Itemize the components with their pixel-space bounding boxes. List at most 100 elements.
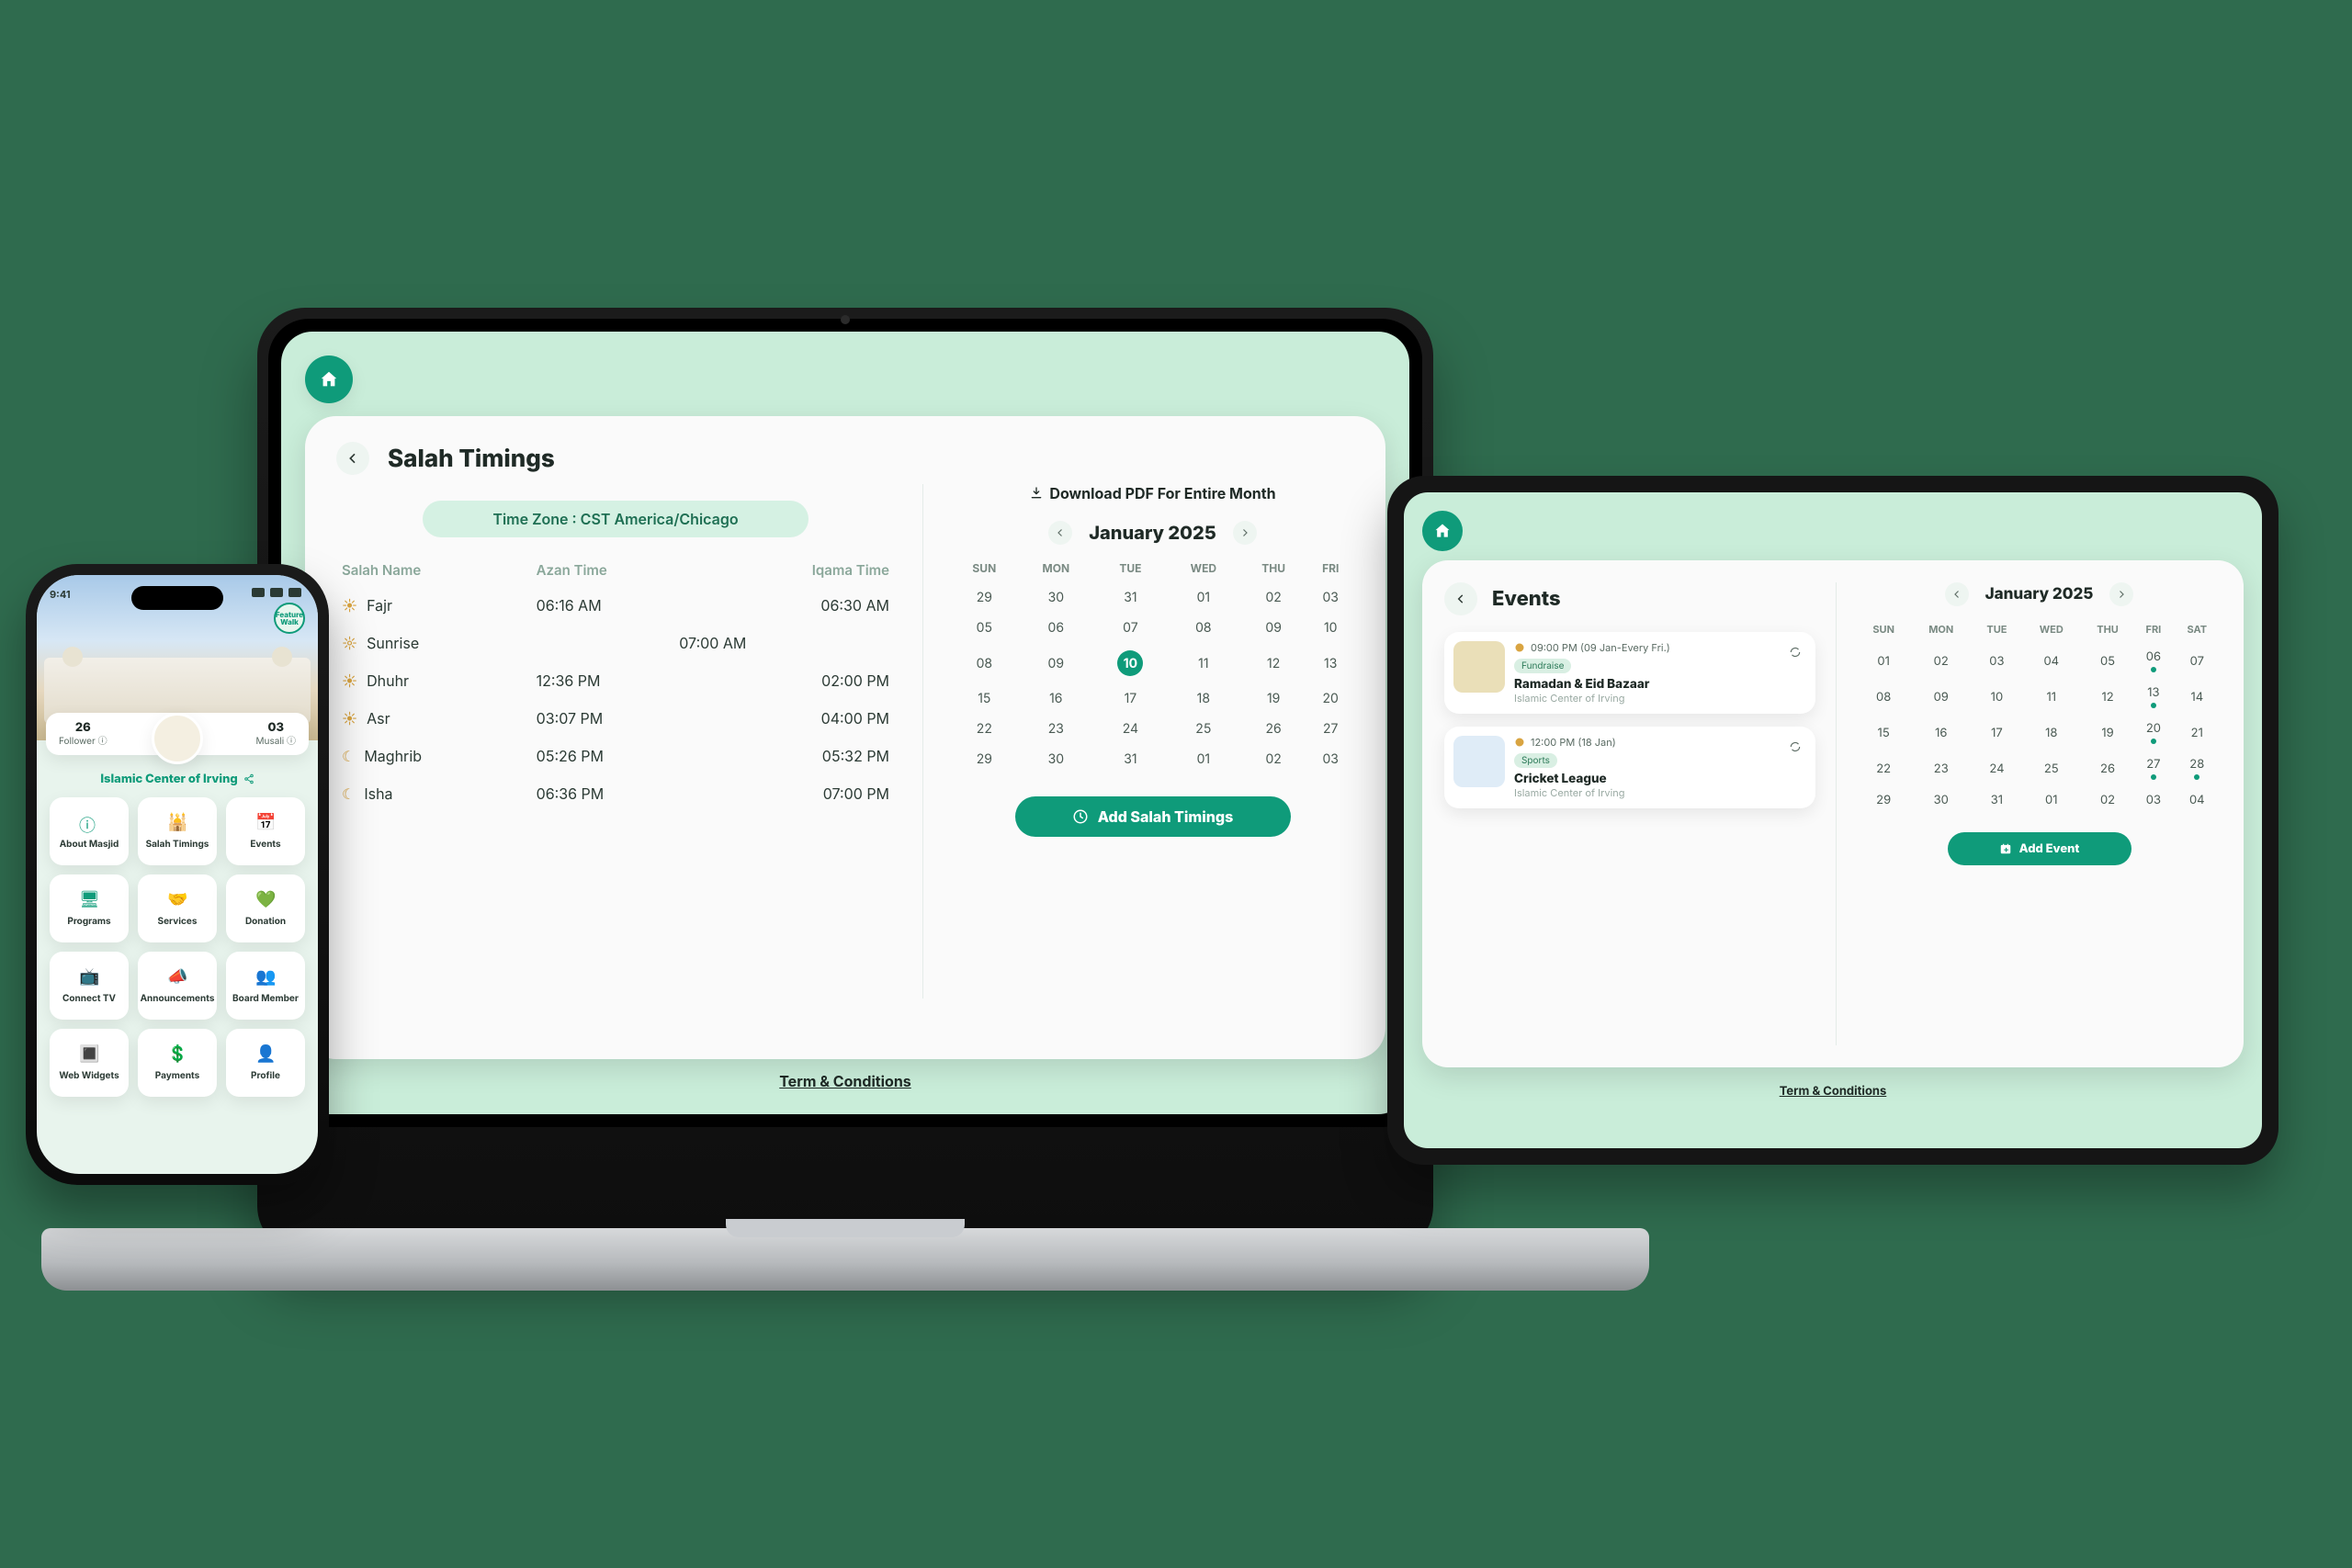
calendar-day[interactable]: 02 [1910,643,1972,679]
calendar-day[interactable]: 17 [1972,715,2021,750]
tile-payments[interactable]: 💲Payments [138,1029,217,1097]
calendar-day[interactable]: 31 [1094,582,1167,613]
calendar-day[interactable]: 23 [1018,714,1094,744]
calendar-day[interactable]: 06 [1018,613,1094,643]
calendar-day[interactable]: 04 [2022,643,2081,679]
calendar-day[interactable]: 09 [1910,679,1972,715]
calendar-day[interactable]: 02 [2081,786,2134,814]
calendar-day[interactable]: 28 [2173,750,2222,786]
tile-about-masjid[interactable]: ⓘAbout Masjid [50,797,129,865]
calendar-day[interactable]: 05 [951,613,1018,643]
month-next[interactable] [2109,582,2133,606]
calendar-day[interactable]: 21 [2173,715,2222,750]
calendar-day[interactable]: 08 [951,643,1018,683]
calendar-day[interactable]: 03 [2134,786,2172,814]
calendar-day[interactable]: 13 [2134,679,2172,715]
add-salah-timings-button[interactable]: Add Salah Timings [1015,796,1291,837]
calendar-day[interactable]: 12 [2081,679,2134,715]
calendar-day[interactable]: 10 [1972,679,2021,715]
calendar-day[interactable]: 20 [2134,715,2172,750]
event-card[interactable]: 12:00 PM (18 Jan)SportsCricket LeagueIsl… [1444,727,1815,808]
calendar-day[interactable]: 09 [1018,643,1094,683]
calendar-day[interactable]: 06 [2134,643,2172,679]
calendar-day[interactable]: 13 [1306,643,1354,683]
home-button[interactable] [305,355,353,403]
calendar-day[interactable]: 01 [1167,744,1240,774]
calendar-day[interactable]: 04 [2173,786,2222,814]
calendar-day[interactable]: 09 [1240,613,1307,643]
calendar-day[interactable]: 30 [1018,744,1094,774]
calendar-day[interactable]: 19 [2081,715,2134,750]
refresh-icon[interactable] [1784,736,1806,758]
calendar-day[interactable]: 01 [1167,582,1240,613]
calendar-day[interactable]: 20 [1306,683,1354,714]
calendar-day[interactable]: 29 [1857,786,1910,814]
calendar-day[interactable]: 24 [1094,714,1167,744]
calendar-day[interactable]: 01 [2022,786,2081,814]
back-button[interactable] [336,442,369,475]
calendar-day[interactable]: 23 [1910,750,1972,786]
calendar-day[interactable]: 26 [1240,714,1307,744]
terms-link[interactable]: Term & Conditions [305,1072,1385,1090]
home-button[interactable] [1422,511,1463,551]
calendar-day[interactable]: 16 [1018,683,1094,714]
calendar-day[interactable]: 29 [951,582,1018,613]
calendar-day[interactable]: 26 [2081,750,2134,786]
month-next[interactable] [1233,521,1257,545]
calendar-day[interactable]: 14 [2173,679,2222,715]
calendar-day[interactable]: 15 [951,683,1018,714]
calendar-day[interactable]: 03 [1972,643,2021,679]
calendar-day[interactable]: 22 [951,714,1018,744]
month-prev[interactable] [1048,521,1072,545]
calendar-day[interactable]: 22 [1857,750,1910,786]
calendar-day[interactable]: 12 [1240,643,1307,683]
calendar-day[interactable]: 08 [1857,679,1910,715]
calendar-day[interactable]: 31 [1094,744,1167,774]
calendar-day[interactable]: 10 [1306,613,1354,643]
calendar-day[interactable]: 25 [2022,750,2081,786]
calendar-day[interactable]: 24 [1972,750,2021,786]
calendar-day[interactable]: 19 [1240,683,1307,714]
calendar-day[interactable]: 25 [1167,714,1240,744]
share-icon[interactable] [243,773,254,784]
refresh-icon[interactable] [1784,641,1806,663]
tile-profile[interactable]: 👤Profile [226,1029,305,1097]
tile-donation[interactable]: 💚Donation [226,874,305,942]
calendar-day[interactable]: 07 [1094,613,1167,643]
terms-link[interactable]: Term & Conditions [1422,1084,2244,1099]
calendar-day[interactable]: 02 [1240,582,1307,613]
calendar-day[interactable]: 01 [1857,643,1910,679]
tile-events[interactable]: 📅Events [226,797,305,865]
calendar-day[interactable]: 03 [1306,744,1354,774]
avatar[interactable] [152,713,203,764]
calendar-day[interactable]: 27 [2134,750,2172,786]
calendar-day[interactable]: 29 [951,744,1018,774]
feature-walk-button[interactable]: Feature Walk [274,603,305,634]
tile-connect-tv[interactable]: 📺Connect TV [50,952,129,1020]
calendar-day[interactable]: 11 [1167,643,1240,683]
calendar-day[interactable]: 18 [1167,683,1240,714]
calendar-day[interactable]: 05 [2081,643,2134,679]
event-card[interactable]: 09:00 PM (09 Jan-Every Fri.)FundraiseRam… [1444,632,1815,714]
calendar-day[interactable]: 16 [1910,715,1972,750]
back-button[interactable] [1444,582,1477,615]
tile-programs[interactable]: 🖥Programs [50,874,129,942]
calendar-day[interactable]: 02 [1240,744,1307,774]
calendar-day[interactable]: 31 [1972,786,2021,814]
tile-services[interactable]: 🤝Services [138,874,217,942]
calendar-day[interactable]: 03 [1306,582,1354,613]
add-event-button[interactable]: Add Event [1948,832,2132,865]
calendar-day[interactable]: 17 [1094,683,1167,714]
calendar-day[interactable]: 07 [2173,643,2222,679]
download-pdf-link[interactable]: Download PDF For Entire Month [951,484,1354,502]
tile-salah-timings[interactable]: 🕌Salah Timings [138,797,217,865]
calendar-day[interactable]: 30 [1910,786,1972,814]
calendar-day[interactable]: 15 [1857,715,1910,750]
calendar-day[interactable]: 10 [1094,643,1167,683]
calendar-day[interactable]: 08 [1167,613,1240,643]
calendar-day[interactable]: 27 [1306,714,1354,744]
calendar-day[interactable]: 18 [2022,715,2081,750]
tile-announcements[interactable]: 📣Announcements [138,952,217,1020]
calendar-day[interactable]: 30 [1018,582,1094,613]
tile-web-widgets[interactable]: 🔳Web Widgets [50,1029,129,1097]
